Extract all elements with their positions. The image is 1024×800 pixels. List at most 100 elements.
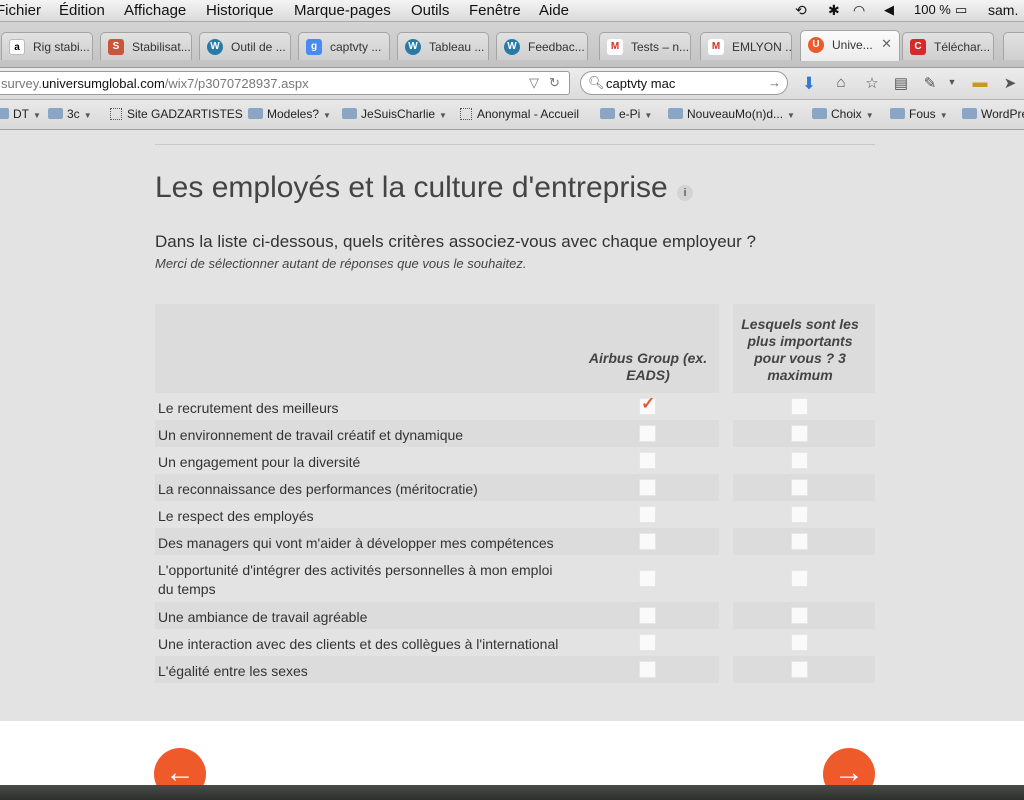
tab-feedback[interactable]: W Feedbac... xyxy=(496,32,588,60)
downloads-icon[interactable]: ⬇ xyxy=(799,74,819,94)
tab-title: Tests – n... xyxy=(631,40,690,54)
importance-checkbox[interactable] xyxy=(791,506,808,523)
menu-aide[interactable]: Aide xyxy=(539,2,569,19)
tab-stabilisat[interactable]: S Stabilisat... xyxy=(100,32,192,60)
tab-tests[interactable]: M Tests – n... xyxy=(599,32,691,60)
tab-captvty[interactable]: g captvty ... xyxy=(298,32,390,60)
airbus-checkbox[interactable] xyxy=(639,570,656,587)
importance-checkbox[interactable] xyxy=(791,607,808,624)
airbus-checkbox[interactable] xyxy=(639,661,656,678)
menu-fenetre[interactable]: Fenêtre xyxy=(469,2,521,19)
bookmark-label: Choix xyxy=(831,107,862,121)
tab-telechar[interactable]: C Téléchar... xyxy=(902,32,994,60)
time-machine-icon[interactable]: ⟲ xyxy=(795,2,807,19)
bookmark-dropdown-icon[interactable]: ▽ xyxy=(529,75,539,91)
tab-universum[interactable]: U Unive... ✕ xyxy=(800,30,900,61)
volume-icon[interactable]: ◀ xyxy=(884,2,894,18)
airbus-checkbox[interactable]: ✓ xyxy=(639,394,656,415)
menubar-clock[interactable]: sam. xyxy=(988,2,1018,18)
wifi-icon[interactable]: ◠ xyxy=(853,2,865,19)
bluetooth-icon[interactable]: ✱ xyxy=(828,2,840,19)
tab-rig-stabi[interactable]: a Rig stabi... xyxy=(1,32,93,60)
criterion-label: Le respect des employés xyxy=(158,508,314,524)
criterion-label: L'égalité entre les sexes xyxy=(158,663,308,679)
bookmark-folder-jesuischarlie[interactable]: JeSuisCharlie ▼ xyxy=(342,107,447,121)
reader-icon[interactable]: ▤ xyxy=(891,74,911,94)
close-tab-icon[interactable]: ✕ xyxy=(881,36,892,52)
airbus-checkbox[interactable] xyxy=(639,506,656,523)
tools-icon[interactable]: ✎ xyxy=(920,74,940,94)
tab-title: captvty ... xyxy=(330,40,382,54)
folder-icon xyxy=(48,108,63,119)
folder-icon xyxy=(600,108,615,119)
airbus-checkbox[interactable] xyxy=(639,425,656,442)
tab-title: Téléchar... xyxy=(934,40,991,54)
table-row: Des managers qui vont m'aider à développ… xyxy=(155,528,875,555)
airbus-checkbox[interactable] xyxy=(639,479,656,496)
menu-affichage[interactable]: Affichage xyxy=(124,2,186,19)
airbus-checkbox[interactable] xyxy=(639,452,656,469)
importance-checkbox[interactable] xyxy=(791,479,808,496)
chevron-down-icon: ▼ xyxy=(439,111,447,120)
bookmark-folder-epi[interactable]: e-Pi ▼ xyxy=(600,107,652,121)
menu-historique[interactable]: Historique xyxy=(206,2,274,19)
star-icon[interactable]: ☆ xyxy=(862,74,882,94)
tab-tableau[interactable]: W Tableau ... xyxy=(397,32,489,60)
gmail-icon: M xyxy=(607,39,623,55)
url-path: /wix7/p3070728937.aspx xyxy=(164,76,309,91)
bookmark-folder-modeles[interactable]: Modeles? ▼ xyxy=(248,107,331,121)
info-icon[interactable]: i xyxy=(677,185,693,201)
bookmark-folder-fous[interactable]: Fous ▼ xyxy=(890,107,948,121)
bookmark-label: Modeles? xyxy=(267,107,320,121)
menu-edition[interactable]: Édition xyxy=(59,2,105,19)
bookmark-folder-nouveaumonde[interactable]: NouveauMo(n)d... ▼ xyxy=(668,107,795,121)
importance-checkbox[interactable] xyxy=(791,570,808,587)
criterion-label: L'opportunité d'intégrer des activités p… xyxy=(158,562,553,597)
tab-title: EMLYON ... xyxy=(732,40,792,54)
reload-icon[interactable]: ↻ xyxy=(549,75,560,91)
tab-title: Unive... xyxy=(832,38,873,52)
chevron-down-icon: ▼ xyxy=(787,111,795,120)
tab-outil-de[interactable]: W Outil de ... xyxy=(199,32,291,60)
criterion-label: Une interaction avec des clients et des … xyxy=(158,636,559,652)
tab-emlyon[interactable]: M EMLYON ... xyxy=(700,32,792,60)
tab-overflow[interactable] xyxy=(1003,32,1024,60)
bookmark-folder-dt[interactable]: DT ▼ xyxy=(0,107,41,121)
battery-status[interactable]: 100 % xyxy=(914,2,951,17)
importance-checkbox[interactable] xyxy=(791,398,808,415)
menu-marque-pages[interactable]: Marque-pages xyxy=(294,2,391,19)
menu-fichier[interactable]: Fichier xyxy=(0,2,41,19)
tools-dropdown-icon[interactable]: ▼ xyxy=(942,77,962,97)
bookmark-site-gadzartistes[interactable]: Site GADZARTISTES xyxy=(110,107,243,121)
url-field[interactable]: survey.universumglobal.com/wix7/p3070728… xyxy=(0,71,570,95)
search-field[interactable]: 🔍︎ captvty mac → xyxy=(580,71,788,95)
download-site-icon: C xyxy=(910,39,926,55)
airbus-checkbox[interactable] xyxy=(639,607,656,624)
battery-icon: ▭ xyxy=(955,2,968,17)
search-go-icon[interactable]: → xyxy=(768,75,781,90)
importance-checkbox[interactable] xyxy=(791,661,808,678)
tab-title: Feedbac... xyxy=(528,40,585,54)
tab-title: Rig stabi... xyxy=(33,40,90,54)
tab-title: Tableau ... xyxy=(429,40,485,54)
importance-checkbox[interactable] xyxy=(791,634,808,651)
airbus-checkbox[interactable] xyxy=(639,533,656,550)
chevron-down-icon: ▼ xyxy=(644,111,653,120)
bookmark-anonymal-accueil[interactable]: Anonymal - Accueil xyxy=(460,107,579,121)
menu-outils[interactable]: Outils xyxy=(411,2,449,19)
importance-checkbox[interactable] xyxy=(791,425,808,442)
home-icon[interactable]: ⌂ xyxy=(831,74,851,94)
importance-checkbox[interactable] xyxy=(791,533,808,550)
criterion-label: Un environnement de travail créatif et d… xyxy=(158,427,464,443)
bookmark-folder-3c[interactable]: 3c ▼ xyxy=(48,107,92,121)
share-icon[interactable]: ➤ xyxy=(1000,74,1020,94)
url-prefix: survey. xyxy=(1,76,42,91)
tab-title: Stabilisat... xyxy=(132,40,191,54)
bookmark-folder-wordpress[interactable]: WordPre xyxy=(962,107,1024,121)
importance-checkbox[interactable] xyxy=(791,452,808,469)
question-text: Dans la liste ci-dessous, quels critères… xyxy=(155,232,756,251)
bookmarks-bar: DT ▼ 3c ▼ Site GADZARTISTES Modeles? ▼ JeSu… xyxy=(0,100,1024,130)
airbus-checkbox[interactable] xyxy=(639,634,656,651)
bookmark-folder-choix[interactable]: Choix ▼ xyxy=(812,107,874,121)
extension-icon[interactable]: ▬ xyxy=(970,74,990,94)
